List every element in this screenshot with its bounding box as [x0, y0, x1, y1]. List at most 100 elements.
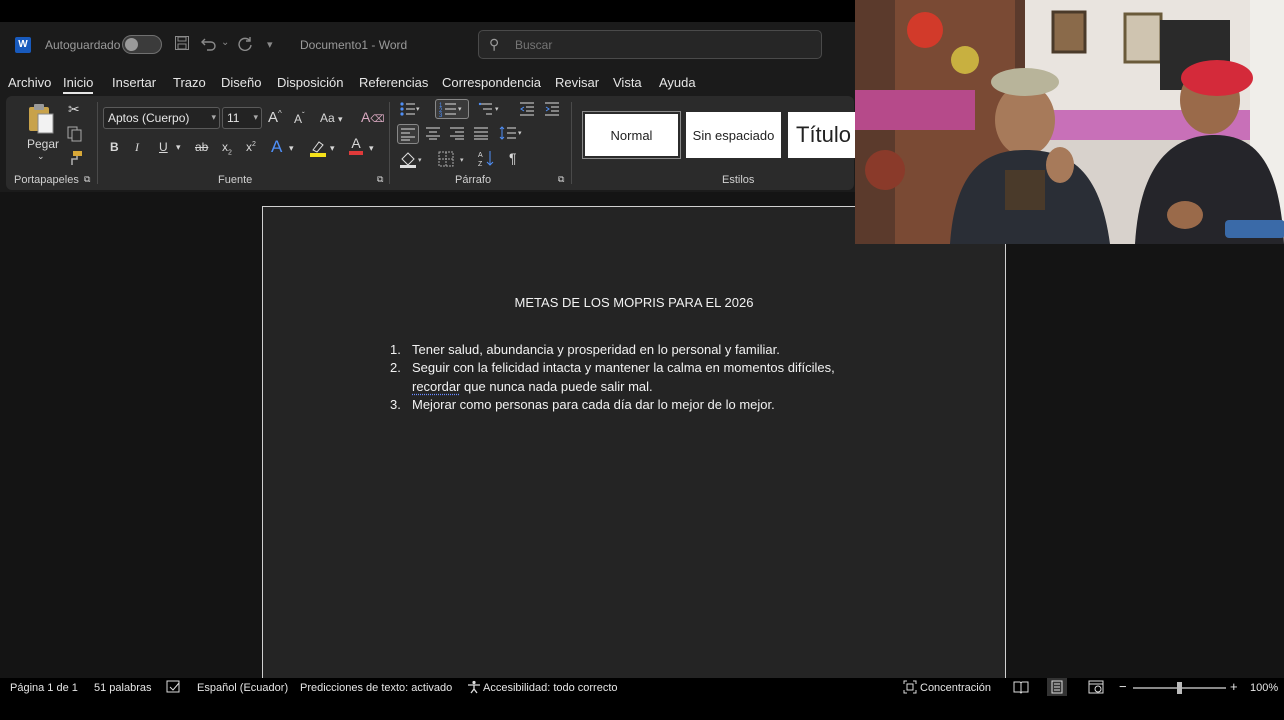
change-case-button[interactable]: Aa ▾: [320, 111, 343, 125]
svg-text:A: A: [478, 152, 483, 159]
line-spacing-icon[interactable]: ▾: [499, 125, 525, 141]
shrink-font-icon[interactable]: Aˇ: [294, 111, 305, 126]
svg-text:▾: ▾: [518, 130, 522, 137]
clear-formatting-icon[interactable]: A⌫: [361, 109, 384, 125]
tab-referencias[interactable]: Referencias: [359, 75, 428, 90]
style-titulo[interactable]: Título: [788, 112, 858, 158]
read-mode-icon[interactable]: [1013, 680, 1029, 694]
status-language[interactable]: Español (Ecuador): [197, 682, 288, 694]
text-effects-icon[interactable]: A: [271, 137, 282, 157]
list-item: 1. Tener salud, abundancia y prosperidad…: [388, 341, 858, 359]
sort-icon[interactable]: AZ: [478, 149, 496, 167]
tab-revisar[interactable]: Revisar: [555, 75, 599, 90]
focus-icon[interactable]: [903, 680, 917, 694]
group-label-paragraph: Párrafo: [455, 174, 492, 186]
zoom-out-button[interactable]: −: [1119, 679, 1127, 694]
align-center-icon[interactable]: [425, 126, 441, 140]
paste-dropdown-icon[interactable]: ⌄: [37, 151, 45, 162]
bold-icon[interactable]: B: [110, 140, 119, 154]
tab-diseno[interactable]: Diseño: [221, 75, 261, 90]
document-page[interactable]: [262, 206, 1006, 678]
svg-text:3: 3: [439, 113, 443, 117]
highlight-icon[interactable]: [309, 139, 327, 157]
tab-archivo[interactable]: Archivo: [8, 75, 51, 90]
paste-button[interactable]: Pegar: [27, 137, 59, 151]
grow-font-icon[interactable]: A^: [268, 109, 282, 126]
list-item-text: Seguir con la felicidad intacta y manten…: [412, 360, 835, 376]
subscript-icon[interactable]: x2: [222, 140, 232, 156]
paragraph-launcher-icon[interactable]: ⧉: [558, 174, 564, 185]
list-number: 3.: [390, 396, 401, 412]
decrease-indent-icon[interactable]: [519, 101, 535, 117]
pilcrow-icon[interactable]: ¶: [509, 150, 517, 166]
zoom-slider-thumb[interactable]: [1177, 682, 1182, 694]
menu-bar: Archivo Inicio Insertar Trazo Diseño Dis…: [0, 68, 860, 96]
list-number: 2.: [390, 360, 401, 376]
status-page[interactable]: Página 1 de 1: [10, 682, 78, 694]
proofing-flagged-word[interactable]: recordar: [412, 379, 460, 394]
borders-icon[interactable]: ▾: [438, 151, 468, 167]
svg-text:Z: Z: [478, 161, 483, 167]
list-item: 2. Seguir con la felicidad intacta y man…: [388, 359, 858, 396]
superscript-icon[interactable]: x2: [246, 140, 256, 154]
search-input[interactable]: [513, 36, 807, 54]
tab-inicio[interactable]: Inicio: [63, 75, 94, 94]
style-normal[interactable]: Normal: [582, 111, 681, 159]
zoom-in-button[interactable]: +: [1230, 679, 1238, 694]
status-focus[interactable]: Concentración: [920, 682, 991, 694]
document-heading: METAS DE LOS MOPRIS PARA EL 2026: [514, 295, 754, 310]
status-accessibility[interactable]: Accesibilidad: todo correcto: [483, 682, 618, 694]
group-label-styles: Estilos: [722, 174, 755, 186]
bullets-icon[interactable]: ▾: [399, 101, 421, 117]
undo-dropdown-icon[interactable]: ⌄: [221, 37, 229, 48]
multilevel-icon[interactable]: ▾: [478, 101, 502, 117]
format-painter-icon[interactable]: [67, 150, 83, 166]
style-sin-espaciado[interactable]: Sin espaciado: [686, 112, 781, 158]
tab-correspondencia[interactable]: Correspondencia: [442, 75, 541, 90]
underline-dropdown-icon[interactable]: ▾: [176, 142, 181, 153]
underline-icon[interactable]: U: [159, 140, 168, 154]
font-launcher-icon[interactable]: ⧉: [377, 174, 383, 185]
customize-icon[interactable]: ▾: [267, 38, 273, 51]
redo-icon[interactable]: [236, 35, 254, 51]
proofing-icon[interactable]: [166, 680, 182, 694]
font-name-select[interactable]: Aptos (Cuerpo) ▾: [103, 107, 220, 129]
paste-icon[interactable]: [26, 101, 56, 135]
align-right-icon[interactable]: [449, 126, 465, 140]
undo-icon[interactable]: [200, 35, 218, 51]
status-predictions[interactable]: Predicciones de texto: activado: [300, 682, 452, 694]
tab-insertar[interactable]: Insertar: [112, 75, 156, 90]
accessibility-icon[interactable]: [467, 680, 481, 694]
word-logo-icon: W: [15, 37, 31, 53]
italic-icon[interactable]: I: [135, 140, 139, 155]
tab-vista[interactable]: Vista: [613, 75, 642, 90]
web-layout-icon[interactable]: [1088, 680, 1104, 694]
highlight-dropdown-icon[interactable]: ▾: [330, 143, 335, 154]
numbering-icon[interactable]: 1 2 3 ▾: [435, 99, 469, 119]
font-color-icon[interactable]: A: [349, 136, 363, 155]
search-box[interactable]: ⚲: [478, 30, 822, 59]
search-icon: ⚲: [489, 36, 500, 52]
clipboard-launcher-icon[interactable]: ⧉: [84, 174, 90, 185]
autosave-toggle[interactable]: [122, 35, 162, 54]
tab-trazo[interactable]: Trazo: [173, 75, 206, 90]
font-color-dropdown-icon[interactable]: ▾: [369, 143, 374, 154]
increase-indent-icon[interactable]: [544, 101, 560, 117]
font-size-select[interactable]: 11 ▾: [222, 107, 262, 129]
status-words[interactable]: 51 palabras: [94, 682, 152, 694]
tab-disposicion[interactable]: Disposición: [277, 75, 343, 90]
strikethrough-icon[interactable]: ab: [195, 140, 208, 154]
group-label-font: Fuente: [218, 174, 253, 186]
status-zoom[interactable]: 100%: [1250, 682, 1278, 694]
shading-icon[interactable]: ▾: [399, 150, 425, 168]
print-layout-icon[interactable]: [1047, 678, 1067, 696]
tab-ayuda[interactable]: Ayuda: [659, 75, 696, 90]
text-effects-dropdown-icon[interactable]: ▾: [289, 143, 294, 154]
list-item: 3. Mejorar como personas para cada día d…: [388, 396, 858, 414]
copy-icon[interactable]: [67, 126, 83, 142]
save-icon[interactable]: [174, 35, 190, 51]
cut-icon[interactable]: ✂: [68, 101, 80, 118]
align-left-icon[interactable]: [397, 124, 419, 144]
justify-icon[interactable]: [473, 126, 489, 140]
document-title: Documento1 - Word: [300, 38, 408, 52]
